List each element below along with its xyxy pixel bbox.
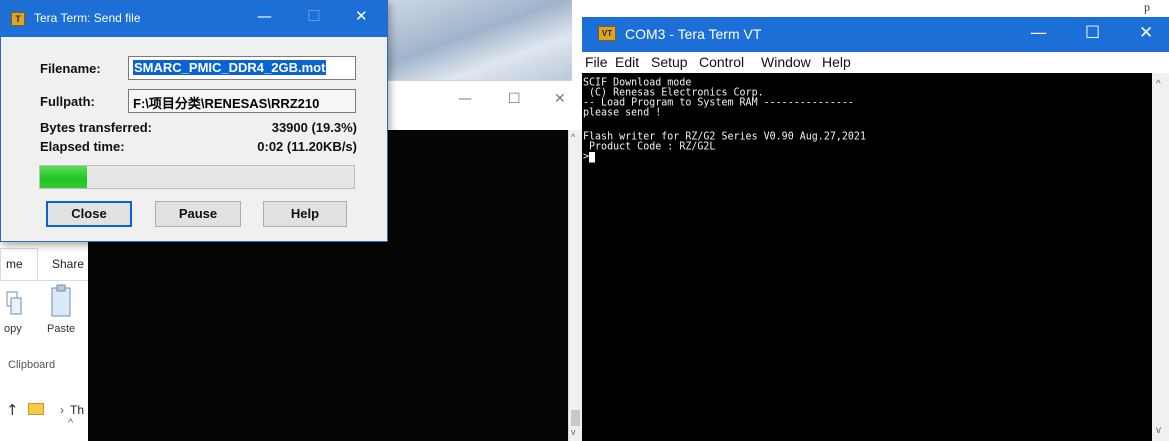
copy-label[interactable]: opy: [4, 323, 22, 335]
close-button[interactable]: Close: [46, 201, 132, 227]
dialog-body: Filename: SMARC_PMIC_DDR4_2GB.mot Fullpa…: [1, 37, 387, 241]
desktop-wallpaper: [380, 0, 572, 80]
address-chevron: ›: [60, 403, 64, 417]
send-file-dialog: T Tera Term: Send file — ☐ ✕ Filename: S…: [0, 0, 388, 242]
folder-icon: [28, 403, 44, 415]
dialog-title-bar[interactable]: T Tera Term: Send file — ☐ ✕: [1, 1, 387, 37]
ribbon-divider: [0, 280, 88, 281]
menu-help[interactable]: Help: [822, 54, 851, 70]
maximize-button: ☐: [307, 7, 321, 25]
menu-file[interactable]: File: [585, 54, 608, 70]
filename-field[interactable]: SMARC_PMIC_DDR4_2GB.mot: [128, 56, 356, 80]
terminal-line: please send !: [583, 106, 662, 119]
elapsed-time-label: Elapsed time:: [40, 139, 125, 154]
vt-title-bar[interactable]: VT COM3 - Tera Term VT — ☐ ✕: [582, 17, 1169, 52]
scroll-thumb[interactable]: [571, 410, 580, 426]
vt-window-title: COM3 - Tera Term VT: [625, 26, 762, 42]
fullpath-label: Fullpath:: [40, 94, 95, 109]
explorer-minimize-button[interactable]: —: [458, 91, 472, 107]
transfer-progress-bar: [39, 165, 355, 189]
vt-menu-bar: File Edit Setup Control Window Help: [582, 52, 1169, 73]
explorer-close-button[interactable]: ✕: [554, 91, 566, 107]
menu-edit[interactable]: Edit: [615, 54, 639, 70]
explorer-title-bar: — ☐ ✕: [380, 80, 572, 130]
copy-icon[interactable]: [6, 288, 22, 316]
tera-term-vt-icon: VT: [598, 26, 616, 41]
bytes-transferred-value: 33900 (19.3%): [271, 120, 357, 135]
tera-term-vt-window: VT COM3 - Tera Term VT — ☐ ✕ File Edit S…: [582, 0, 1169, 441]
scroll-up-arrow[interactable]: ^: [68, 417, 73, 429]
tab-share[interactable]: Share: [52, 257, 84, 271]
filename-value: SMARC_PMIC_DDR4_2GB.mot: [133, 60, 327, 75]
menu-window[interactable]: Window: [761, 54, 811, 70]
close-window-button[interactable]: ✕: [355, 7, 368, 25]
help-button[interactable]: Help: [263, 201, 347, 227]
paste-icon[interactable]: [50, 284, 72, 318]
tab-home[interactable]: me: [6, 257, 23, 271]
progress-fill: [40, 166, 88, 188]
terminal-screen[interactable]: SCIF Download mode (C) Renesas Electroni…: [582, 73, 1152, 441]
pause-button[interactable]: Pause: [155, 201, 241, 227]
vt-scrollbar[interactable]: ^ v: [1152, 73, 1169, 441]
vt-minimize-button[interactable]: —: [1030, 23, 1047, 43]
elapsed-time-value: 0:02 (11.20KB/s): [257, 139, 357, 154]
clipboard-group-label: Clipboard: [8, 359, 56, 371]
menu-setup[interactable]: Setup: [651, 54, 688, 70]
explorer-maximize-button[interactable]: ☐: [508, 91, 521, 107]
scroll-up-arrow[interactable]: ^: [571, 132, 575, 142]
vt-close-button[interactable]: ✕: [1139, 23, 1153, 43]
terminal-cursor: [589, 152, 596, 163]
up-arrow-icon[interactable]: ↑: [6, 401, 19, 419]
terminal-line: Product Code : RZ/G2L: [583, 140, 716, 153]
fullpath-field[interactable]: F:\项目分类\RENESAS\RRZ210: [128, 89, 356, 113]
background-scrollbar[interactable]: ^ v: [568, 130, 582, 441]
filename-label: Filename:: [40, 61, 101, 76]
explorer-address-row: ↑ › Th ^: [0, 401, 88, 429]
vt-scroll-up-arrow[interactable]: ^: [1156, 79, 1161, 90]
terminal-prompt-line: >: [583, 151, 1152, 163]
menu-control[interactable]: Control: [699, 54, 744, 70]
corner-text: p: [1144, 0, 1150, 14]
scroll-down-arrow[interactable]: v: [571, 427, 576, 437]
vt-scroll-down-arrow[interactable]: v: [1156, 425, 1161, 436]
address-text[interactable]: Th: [70, 403, 84, 417]
paste-label[interactable]: Paste: [47, 323, 75, 335]
minimize-button[interactable]: —: [257, 7, 272, 25]
terminal-line: -- Load Program to System RAM ----------…: [583, 96, 854, 109]
tera-term-icon: T: [11, 12, 25, 26]
vt-maximize-button[interactable]: ☐: [1085, 23, 1100, 43]
dialog-title: Tera Term: Send file: [34, 11, 141, 25]
bytes-transferred-label: Bytes transferred:: [40, 120, 152, 135]
